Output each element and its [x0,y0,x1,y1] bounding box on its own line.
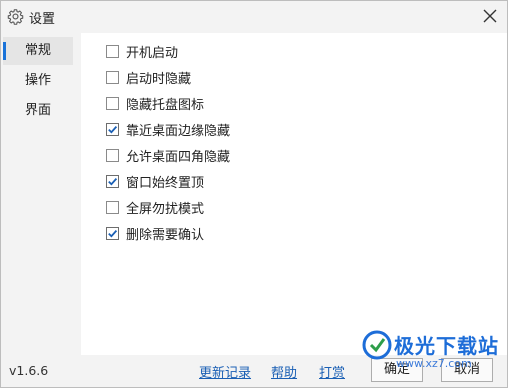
sidebar-item-operation[interactable]: 操作 [3,67,73,95]
donate-link[interactable]: 打赏 [319,362,345,381]
option-corner-hide[interactable]: 允许桌面四角隐藏 [106,146,231,165]
help-link[interactable]: 帮助 [271,362,297,381]
option-label: 启动时隐藏 [126,71,192,87]
option-hide-tray-icon[interactable]: 隐藏托盘图标 [106,94,205,113]
gear-icon [7,8,24,25]
checkbox[interactable] [106,44,119,58]
settings-window: 设置 常规 操作 界面 开机启动 启动时隐藏 隐藏托盘图标 靠近桌面边缘隐藏 允… [0,0,508,388]
close-button[interactable] [479,5,501,27]
window-title: 设置 [29,12,56,27]
footer: v1.6.6 更新记录 帮助 打赏 确定 取消 [1,355,507,387]
ok-button[interactable]: 确定 [371,358,423,382]
checkbox[interactable] [106,148,119,162]
sidebar-item-label: 常规 [25,43,52,58]
options-panel: 开机启动 启动时隐藏 隐藏托盘图标 靠近桌面边缘隐藏 允许桌面四角隐藏 窗口始终… [81,33,507,355]
close-icon [483,9,497,23]
sidebar-item-label: 界面 [25,103,52,118]
changelog-link[interactable]: 更新记录 [199,362,251,381]
option-label: 靠近桌面边缘隐藏 [126,123,231,139]
option-label: 全屏勿扰模式 [126,201,205,217]
sidebar-item-general[interactable]: 常规 [3,37,73,65]
option-always-on-top[interactable]: 窗口始终置顶 [106,172,205,191]
option-label: 开机启动 [126,45,179,61]
checkbox[interactable] [106,70,119,84]
checkbox[interactable] [106,226,119,240]
sidebar-item-label: 操作 [25,73,52,88]
sidebar-item-interface[interactable]: 界面 [3,97,73,125]
checkmark-icon [108,177,118,186]
option-fullscreen-dnd[interactable]: 全屏勿扰模式 [106,198,205,217]
option-label: 删除需要确认 [126,227,205,243]
checkbox[interactable] [106,96,119,110]
version-label: v1.6.6 [9,363,49,378]
option-autostart[interactable]: 开机启动 [106,42,179,61]
option-edge-hide[interactable]: 靠近桌面边缘隐藏 [106,120,231,139]
checkbox[interactable] [106,174,119,188]
cancel-button[interactable]: 取消 [441,358,493,382]
checkmark-icon [108,229,118,238]
sidebar: 常规 操作 界面 [1,33,81,355]
title-bar: 设置 [1,1,507,33]
option-label: 窗口始终置顶 [126,175,205,191]
option-hide-on-start[interactable]: 启动时隐藏 [106,68,192,87]
option-label: 允许桌面四角隐藏 [126,149,231,165]
checkbox[interactable] [106,200,119,214]
checkmark-icon [108,125,118,134]
checkbox[interactable] [106,122,119,136]
option-label: 隐藏托盘图标 [126,97,205,113]
option-confirm-delete[interactable]: 删除需要确认 [106,224,205,243]
